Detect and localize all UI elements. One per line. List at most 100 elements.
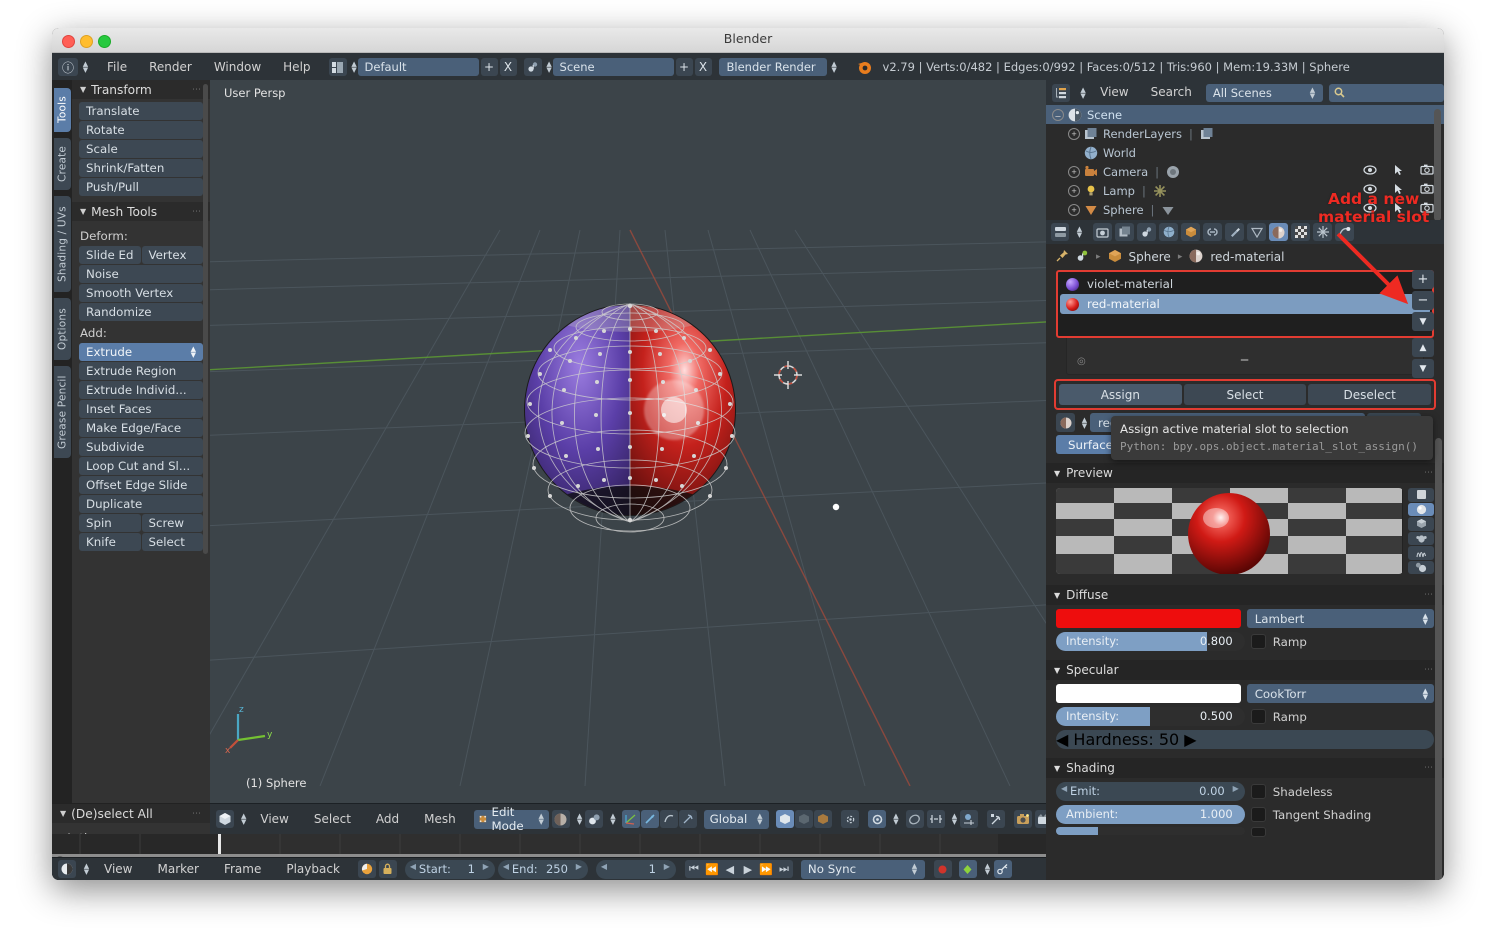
viewport-3d[interactable]: z y x User Persp (1) Sphere — [210, 80, 1046, 804]
screen-layout-field[interactable]: Default — [357, 58, 479, 76]
properties-scrollbar[interactable] — [1435, 438, 1442, 880]
properties-tab-constraints[interactable] — [1203, 223, 1222, 241]
preview-resize-grip-icon[interactable]: ━ — [1225, 572, 1233, 574]
outliner-search-input[interactable] — [1329, 83, 1444, 102]
tab-create[interactable]: Create — [54, 138, 71, 190]
outliner-menu-search[interactable]: Search — [1143, 80, 1200, 105]
pivot-center-icon[interactable] — [960, 810, 979, 828]
properties-tab-world[interactable] — [1159, 223, 1178, 241]
material-slot-list-footer[interactable]: ◎ ━ — [1066, 338, 1424, 375]
select-button[interactable]: Select — [1183, 384, 1307, 405]
breadcrumb-material-label[interactable]: red-material — [1210, 250, 1284, 264]
material-preview-render[interactable]: ━ — [1056, 488, 1403, 574]
ambient-slider[interactable]: Ambient: 1.000 — [1056, 805, 1245, 824]
decrement-icon[interactable]: ◀ — [503, 862, 509, 871]
camera-selectability-icon[interactable] — [1394, 164, 1403, 179]
viewport-menu-add[interactable]: Add — [365, 807, 410, 832]
viewport-menu-mesh[interactable]: Mesh — [413, 807, 467, 832]
browse-material-icon[interactable] — [1056, 413, 1075, 432]
pivot-point-icon[interactable] — [585, 810, 604, 828]
display-mode-dropdown[interactable]: All Scenes ▲ ▼ — [1205, 83, 1323, 102]
timeline-menu-view[interactable]: View — [93, 857, 143, 881]
breadcrumb-object-label[interactable]: Sphere — [1129, 250, 1171, 264]
button-rotate[interactable]: Rotate — [79, 121, 203, 139]
diffuse-shader-dropdown[interactable]: Lambert ▲ ▼ — [1246, 609, 1434, 628]
button-duplicate[interactable]: Duplicate — [79, 495, 203, 513]
button-randomize[interactable]: Randomize — [79, 303, 203, 321]
timeline-menu-frame[interactable]: Frame — [213, 857, 272, 881]
button-slide-edge[interactable]: Slide Ed — [79, 246, 141, 264]
button-extrude-individual[interactable]: Extrude Individ... — [79, 381, 203, 399]
outliner-type-arrows-icon[interactable]: ▲ ▼ — [1080, 86, 1086, 99]
render-image-icon[interactable] — [1014, 810, 1033, 828]
outliner-row-world[interactable]: World — [1046, 143, 1444, 162]
button-vertex[interactable]: Vertex — [141, 246, 203, 264]
outliner-scrollbar[interactable] — [1434, 109, 1441, 221]
button-offset-edge-slide[interactable]: Offset Edge Slide — [79, 476, 203, 494]
pivot-arrows-icon[interactable]: ▲ ▼ — [610, 813, 615, 826]
preview-sphere-sky-icon[interactable] — [1408, 560, 1434, 574]
camera-renderability-icon[interactable] — [1420, 164, 1434, 179]
expand-icon[interactable]: + — [1068, 127, 1080, 140]
assign-button[interactable]: Assign — [1059, 384, 1182, 405]
add-scene-button[interactable]: + — [675, 58, 693, 76]
play-reverse-button[interactable]: ◀ — [720, 860, 739, 878]
specular-shader-dropdown[interactable]: CookTorr ▲ ▼ — [1246, 684, 1434, 703]
properties-tab-material[interactable] — [1269, 223, 1288, 241]
button-push-pull[interactable]: Push/Pull — [79, 178, 203, 196]
increment-icon[interactable]: ▶ — [1184, 730, 1196, 749]
scene-browse-icon[interactable] — [523, 58, 542, 76]
editor-type-viewport-icon[interactable] — [216, 810, 234, 828]
specular-intensity-slider[interactable]: Intensity: 0.500 — [1056, 707, 1245, 726]
expand-icon[interactable]: ⚊ — [1052, 108, 1064, 121]
decrement-icon[interactable]: ◀ — [410, 862, 416, 871]
button-scale[interactable]: Scale — [79, 140, 203, 158]
deselect-button[interactable]: Deselect — [1308, 384, 1432, 405]
panel-header-transform[interactable]: ▼ Transform ⋯ — [72, 80, 210, 99]
rewind-button[interactable]: ⏪ — [702, 860, 721, 878]
editor-type-arrows-icon[interactable]: ▲ ▼ — [82, 61, 89, 74]
outliner-menu-view[interactable]: View — [1092, 80, 1136, 105]
current-frame-field[interactable]: ◀ 1 ▶ — [595, 859, 676, 879]
transform-orientation-dropdown[interactable]: Global ▲ ▼ — [703, 809, 770, 829]
tab-tools[interactable]: Tools — [54, 88, 71, 132]
preview-hair-icon[interactable] — [1408, 546, 1434, 560]
proportional-falloff-icon[interactable] — [905, 810, 924, 828]
increment-icon[interactable]: ▶ — [483, 862, 489, 871]
outliner-search-field[interactable] — [1349, 84, 1439, 101]
properties-type-arrows-icon[interactable]: ▲ ▼ — [1076, 226, 1083, 239]
properties-tab-render-layers[interactable] — [1115, 223, 1134, 241]
button-loop-cut-and-slide[interactable]: Loop Cut and Sl... — [79, 457, 203, 475]
start-frame-field[interactable]: ◀ Start: 1 ▶ — [404, 859, 495, 879]
pin-icon[interactable] — [1056, 249, 1069, 265]
editor-type-outliner-icon[interactable] — [1052, 83, 1070, 102]
panel-header-deselect-all[interactable]: ▼ (De)select All ⋯ — [52, 804, 210, 823]
scene-name-field[interactable]: Scene — [552, 58, 674, 76]
diffuse-color-swatch[interactable] — [1056, 609, 1241, 628]
menu-render[interactable]: Render — [138, 55, 203, 80]
mode-dropdown[interactable]: Edit Mode ▲ ▼ — [473, 805, 549, 833]
button-extrude-region[interactable]: Extrude Region — [79, 362, 203, 380]
diffuse-ramp-checkbox[interactable] — [1250, 634, 1266, 649]
timeline-menu-playback[interactable]: Playback — [275, 857, 351, 881]
tool-shelf-scrollbar[interactable] — [203, 84, 208, 554]
limit-selection-visible-icon[interactable] — [776, 810, 795, 828]
shading-extra-check-row[interactable] — [1250, 827, 1434, 837]
insert-keyframe-icon[interactable] — [993, 860, 1012, 878]
increment-icon[interactable]: ▶ — [576, 862, 582, 871]
expand-icon[interactable]: + — [1068, 203, 1080, 216]
properties-tab-scene[interactable] — [1137, 223, 1156, 241]
diffuse-ramp-row[interactable]: Ramp — [1250, 632, 1434, 651]
delete-scene-button[interactable]: X — [694, 58, 712, 76]
editor-type-arrows-icon[interactable]: ▲ ▼ — [83, 863, 90, 876]
section-header-shading[interactable]: ▼ Shading ⋯ — [1046, 758, 1444, 778]
specular-color-swatch[interactable] — [1056, 684, 1241, 703]
shading-arrows-icon[interactable]: ▲ ▼ — [577, 813, 582, 826]
keying-set-icon[interactable] — [958, 860, 977, 878]
button-shrink-fatten[interactable]: Shrink/Fatten — [79, 159, 203, 177]
manipulator-icon[interactable] — [987, 810, 1006, 828]
preview-cube-icon[interactable] — [1408, 517, 1434, 531]
browse-material-arrows-icon[interactable]: ▲ ▼ — [1081, 416, 1088, 429]
snap-element-icon[interactable] — [841, 810, 860, 828]
button-select-cut[interactable]: Select — [141, 533, 203, 551]
